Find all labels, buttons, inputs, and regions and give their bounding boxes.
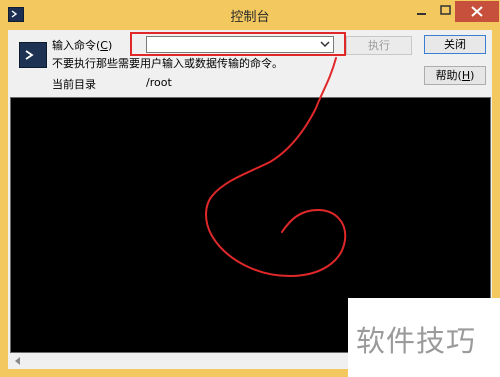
help-button[interactable]: 帮助(H) [424,66,486,85]
watermark-text: 软件技巧 [356,324,477,358]
help-hotkey: H [461,69,471,82]
close-icon [471,6,483,17]
minimize-icon [417,13,426,15]
warning-text: 不要执行那些需要用户输入或数据传输的命令。 [52,57,283,70]
scroll-left-icon[interactable] [14,357,22,365]
command-hotkey: C [100,39,108,52]
close-window-button[interactable] [455,1,499,22]
close-button[interactable]: 关闭 [424,35,486,54]
title-bar: 控制台 [0,0,500,30]
watermark-panel: 软件技巧 [348,298,500,377]
current-directory-value: /root [146,76,172,89]
minimize-button[interactable] [408,1,436,21]
execute-button[interactable]: 执行 [346,36,412,55]
terminal-icon [19,42,47,68]
current-directory-label: 当前目录 [52,78,96,91]
command-label: 输入命令(C) [52,39,113,52]
annotation-highlight-box [130,32,346,56]
maximize-icon [440,5,451,15]
